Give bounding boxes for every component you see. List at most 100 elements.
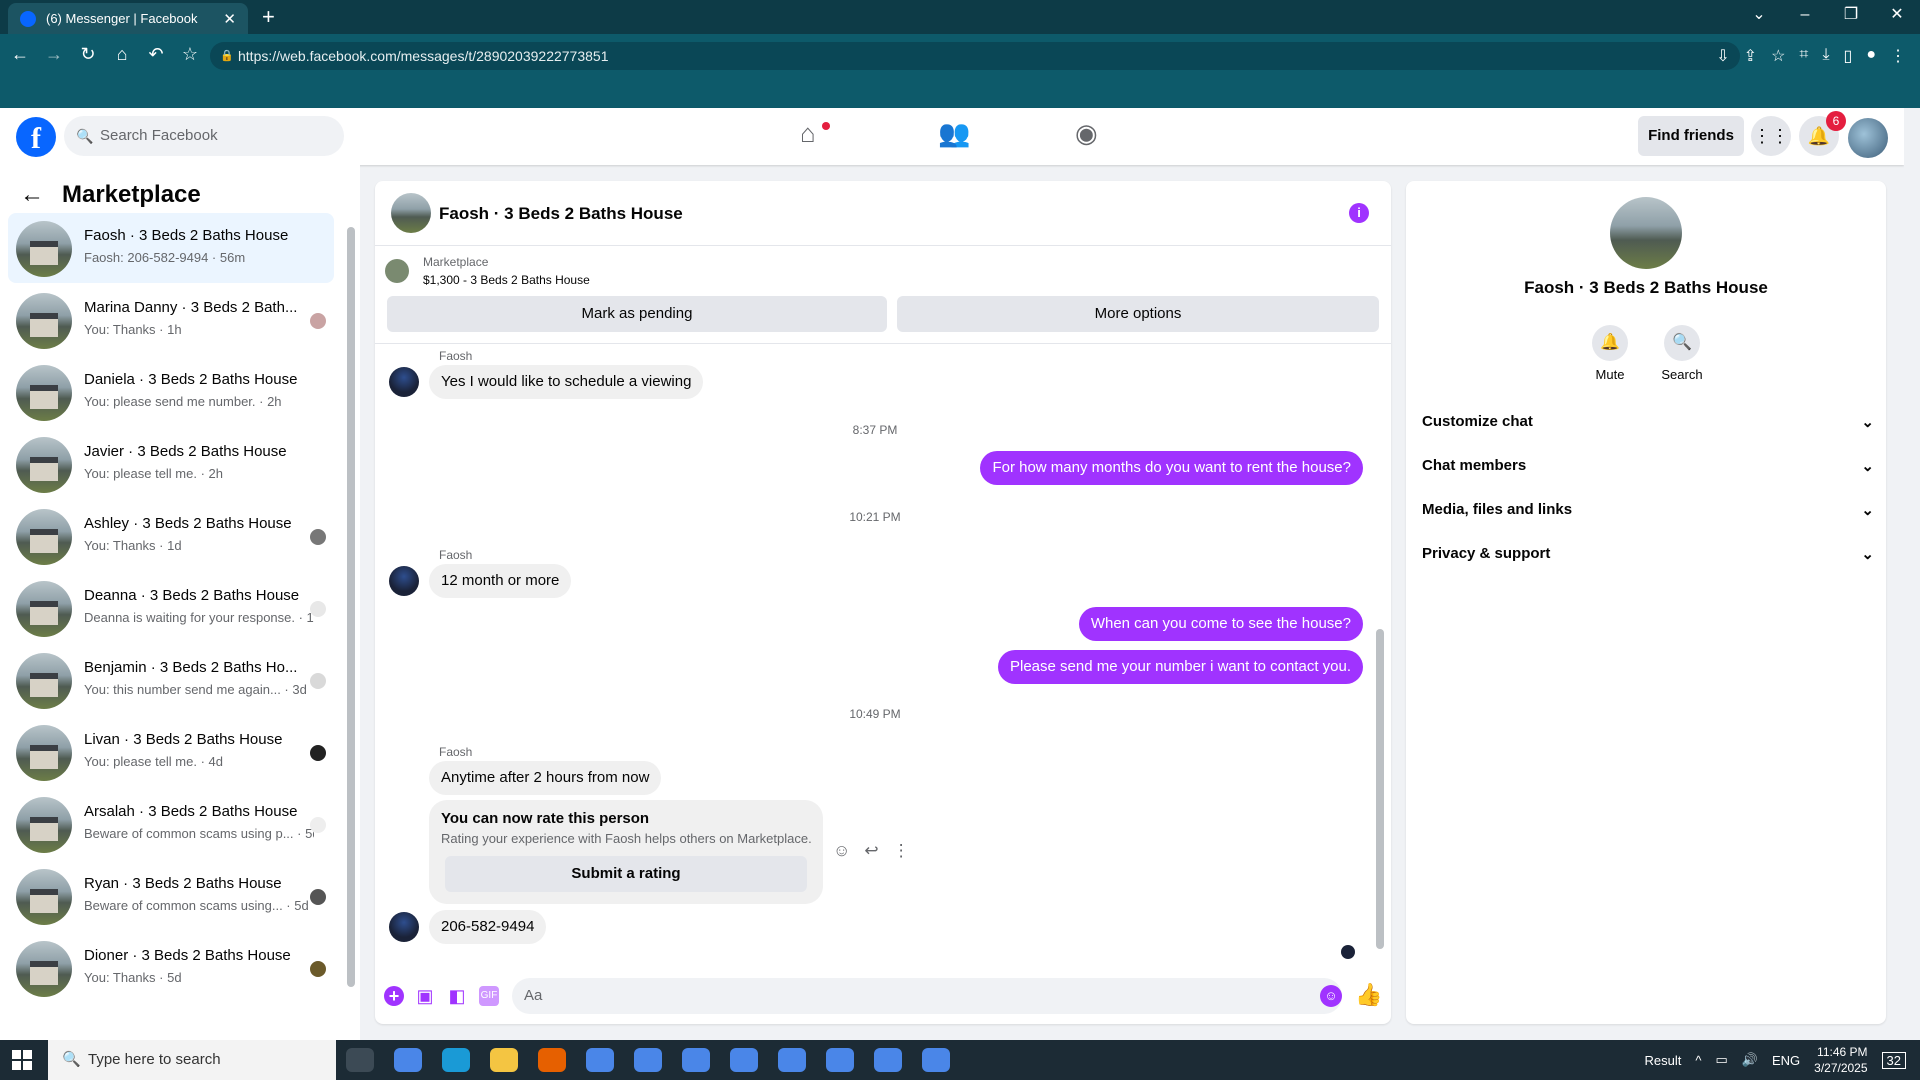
undo-icon[interactable]: ↶	[146, 44, 166, 65]
add-icon[interactable]: +	[384, 986, 404, 1006]
windows-start-icon[interactable]	[12, 1050, 32, 1070]
section-media-files-links[interactable]: Media, files and links ⌄	[1422, 501, 1874, 519]
notification-center-icon[interactable]: 32	[1881, 1051, 1906, 1069]
close-tab-icon[interactable]: ✕	[223, 10, 236, 28]
tab-search-icon[interactable]: ⌄	[1736, 0, 1782, 34]
chat-scrollbar[interactable]	[1374, 346, 1386, 961]
reload-icon[interactable]: ↻	[78, 44, 98, 65]
emoji-icon[interactable]: ☺	[1320, 985, 1342, 1007]
share-icon[interactable]: ⇪	[1744, 46, 1757, 66]
section-chat-members[interactable]: Chat members ⌄	[1422, 457, 1874, 475]
chrome-profile-icon[interactable]	[730, 1048, 758, 1072]
profile-icon[interactable]: ●	[1866, 46, 1876, 66]
menu-icon[interactable]: ⋮	[1890, 46, 1906, 66]
browser-tab[interactable]: (6) Messenger | Facebook ✕	[8, 3, 248, 34]
edge-app-icon[interactable]	[442, 1048, 470, 1072]
crop-icon[interactable]: ⌗	[1799, 46, 1808, 66]
conversation-item[interactable]: Livan · 3 Beds 2 Baths House You: please …	[8, 717, 334, 787]
listing-thumbnail[interactable]	[385, 259, 409, 283]
back-icon[interactable]: ←	[10, 44, 30, 65]
minimize-icon[interactable]: –	[1782, 0, 1828, 34]
submit-rating-button[interactable]: Submit a rating	[445, 856, 807, 892]
restore-icon[interactable]: ❐	[1828, 0, 1874, 34]
back-arrow-icon[interactable]: ←	[20, 181, 44, 209]
listing-title[interactable]: $1,300 - 3 Beds 2 Baths House	[423, 273, 590, 287]
conversation-item[interactable]: Benjamin · 3 Beds 2 Baths Ho... You: this…	[8, 645, 334, 715]
new-tab-button[interactable]: +	[262, 4, 275, 30]
taskbar-search-input[interactable]: 🔍 Type here to search	[48, 1040, 336, 1080]
incoming-message[interactable]: 206-582-9494	[429, 910, 547, 944]
reply-icon[interactable]: ↩	[864, 841, 878, 861]
chrome-profile-icon[interactable]	[682, 1048, 710, 1072]
chat-title[interactable]: Faosh · 3 Beds 2 Baths House	[439, 204, 683, 224]
facebook-search-input[interactable]: 🔍 Search Facebook	[64, 116, 344, 156]
outgoing-message[interactable]: For how many months do you want to rent …	[980, 451, 1363, 485]
incoming-message[interactable]: 12 month or more	[429, 564, 572, 598]
mark-pending-button[interactable]: Mark as pending	[387, 296, 887, 332]
info-icon[interactable]: i	[1349, 203, 1369, 223]
search-conversation-button[interactable]: 🔍 Search	[1652, 325, 1712, 382]
like-thumb-icon[interactable]: 👍	[1355, 982, 1382, 1008]
bookmark-star-icon[interactable]: ☆	[180, 44, 200, 65]
react-icon[interactable]: ☺	[833, 841, 850, 861]
home-nav-icon[interactable]: ⌂	[800, 118, 816, 149]
mute-button[interactable]: 🔔 Mute	[1580, 325, 1640, 382]
incoming-message[interactable]: Anytime after 2 hours from now	[429, 761, 662, 795]
close-window-icon[interactable]: ✕	[1874, 0, 1920, 34]
apps-menu-icon[interactable]: ⋮⋮	[1751, 116, 1791, 156]
network-icon[interactable]: ▭	[1715, 1052, 1727, 1068]
sender-avatar[interactable]	[389, 566, 419, 596]
page-scrollbar[interactable]	[1904, 108, 1920, 1040]
volume-icon[interactable]: 🔊	[1742, 1052, 1758, 1068]
conversation-scrollbar[interactable]	[346, 215, 356, 1005]
firefox-app-icon[interactable]	[538, 1048, 566, 1072]
conversation-item[interactable]: Ashley · 3 Beds 2 Baths House You: Thanks…	[8, 501, 334, 571]
chrome-profile-icon[interactable]	[634, 1048, 662, 1072]
star-icon[interactable]: ☆	[1771, 46, 1785, 66]
sender-avatar[interactable]	[389, 912, 419, 942]
tray-chevron-icon[interactable]: ^	[1695, 1053, 1701, 1068]
chrome-profile-icon[interactable]	[922, 1048, 950, 1072]
home-icon[interactable]: ⌂	[112, 44, 132, 65]
clock[interactable]: 11:46 PM 3/27/2025	[1814, 1044, 1867, 1076]
language-indicator[interactable]: ENG	[1772, 1053, 1800, 1068]
download-icon[interactable]: ⤓	[1822, 46, 1829, 66]
account-avatar[interactable]	[1848, 118, 1888, 158]
conversation-item[interactable]: Deanna · 3 Beds 2 Baths House Deanna is w…	[8, 573, 334, 643]
groups-nav-icon[interactable]: ◉	[1075, 118, 1098, 149]
chrome-profile-icon[interactable]	[826, 1048, 854, 1072]
chat-avatar[interactable]	[391, 193, 431, 233]
conversation-item[interactable]: Arsalah · 3 Beds 2 Baths House Beware of …	[8, 789, 334, 859]
outgoing-message[interactable]: When can you come to see the house?	[1078, 607, 1363, 641]
task-view-icon[interactable]	[346, 1048, 374, 1072]
conversation-item[interactable]: Daniela · 3 Beds 2 Baths House You: pleas…	[8, 357, 334, 427]
section-privacy-support[interactable]: Privacy & support ⌄	[1422, 545, 1874, 563]
message-input[interactable]: Aa	[512, 978, 1342, 1014]
conversation-item[interactable]: Javier · 3 Beds 2 Baths House You: please…	[8, 429, 334, 499]
chrome-app-icon[interactable]	[394, 1048, 422, 1072]
photo-icon[interactable]: ▣	[415, 986, 435, 1006]
section-customize-chat[interactable]: Customize chat ⌄	[1422, 413, 1874, 431]
sender-avatar[interactable]	[389, 367, 419, 397]
incoming-message[interactable]: Yes I would like to schedule a viewing	[429, 365, 704, 399]
more-icon[interactable]: ⋮	[893, 841, 910, 861]
find-friends-button[interactable]: Find friends	[1638, 116, 1744, 156]
forward-icon[interactable]: →	[44, 44, 64, 65]
friends-nav-icon[interactable]: 👥	[938, 118, 970, 149]
sticker-icon[interactable]: ◧	[447, 986, 467, 1006]
chrome-profile-icon[interactable]	[586, 1048, 614, 1072]
contact-avatar[interactable]	[1610, 197, 1682, 269]
conversation-item[interactable]: Faosh · 3 Beds 2 Baths House Faosh: 206-5…	[8, 213, 334, 283]
chrome-profile-icon[interactable]	[874, 1048, 902, 1072]
install-icon[interactable]: ⇩	[1716, 46, 1729, 66]
outgoing-message[interactable]: Please send me your number i want to con…	[997, 650, 1363, 684]
more-options-button[interactable]: More options	[897, 296, 1379, 332]
facebook-logo-icon[interactable]: f	[16, 117, 56, 157]
address-bar[interactable]: 🔒 https://web.facebook.com/messages/t/28…	[210, 42, 1740, 70]
conversation-item[interactable]: Dioner · 3 Beds 2 Baths House You: Thanks…	[8, 933, 334, 1003]
conversation-item[interactable]: Marina Danny · 3 Beds 2 Bath... You: Than…	[8, 285, 334, 355]
sidepanel-icon[interactable]: ▯	[1844, 46, 1853, 66]
conversation-item[interactable]: Ryan · 3 Beds 2 Baths House Beware of com…	[8, 861, 334, 931]
gif-icon[interactable]: GIF	[479, 986, 499, 1006]
chrome-profile-icon[interactable]	[778, 1048, 806, 1072]
